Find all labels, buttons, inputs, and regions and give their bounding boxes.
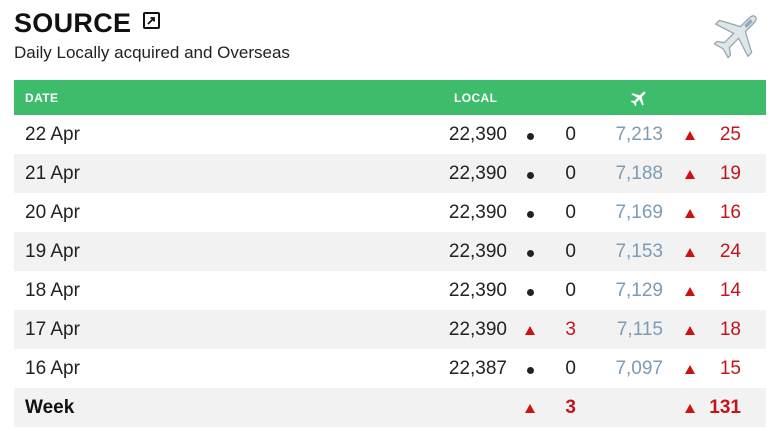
row-date: 17 Apr: [25, 319, 80, 340]
increase-arrow-icon: [684, 241, 696, 263]
airplane-icon: [713, 15, 757, 59]
row-overseas-total: 7,188: [615, 163, 663, 184]
increase-arrow-icon: [684, 397, 696, 419]
row-local-change: 3: [565, 319, 576, 340]
row-overseas-change: 15: [719, 358, 741, 379]
no-change-dot-icon: [524, 163, 536, 185]
increase-arrow-icon: [684, 319, 696, 341]
row-overseas-total: 7,097: [615, 358, 663, 379]
table-row: 19 Apr 22,390 0 7,153 24: [14, 232, 766, 271]
row-local-change: 0: [565, 163, 576, 184]
row-overseas-total: 7,213: [615, 124, 663, 145]
table-row: 18 Apr 22,390 0 7,129 14: [14, 271, 766, 310]
row-local-change: 0: [565, 124, 576, 145]
row-local-total: 22,390: [448, 202, 507, 223]
row-date: 19 Apr: [25, 241, 80, 262]
row-local-total: 22,390: [448, 319, 507, 340]
no-change-dot-icon: [524, 202, 536, 224]
expand-icon[interactable]: [143, 11, 161, 29]
row-date: 16 Apr: [25, 358, 80, 379]
increase-arrow-icon: [524, 397, 536, 419]
increase-arrow-icon: [684, 280, 696, 302]
title-row: SOURCE: [14, 6, 766, 40]
row-local-change: 0: [565, 202, 576, 223]
table-row: 17 Apr 22,390 3 7,115 18: [14, 310, 766, 349]
week-total-row: Week 3 131: [14, 388, 766, 427]
row-local-change: 0: [565, 280, 576, 301]
table-header: DATE LOCAL: [14, 80, 766, 115]
column-header-local: LOCAL: [454, 91, 498, 105]
no-change-dot-icon: [524, 280, 536, 302]
table-row: 16 Apr 22,387 0 7,097 15: [14, 349, 766, 388]
week-label: Week: [25, 397, 75, 418]
increase-arrow-icon: [684, 358, 696, 380]
table-row: 21 Apr 22,390 0 7,188 19: [14, 154, 766, 193]
row-overseas-change: 18: [719, 319, 741, 340]
row-local-change: 0: [565, 358, 576, 379]
week-local-change: 3: [565, 397, 576, 418]
table-body: 22 Apr 22,390 0 7,213 25 21 Apr 22,390 0 7,188 19…: [14, 115, 766, 388]
row-overseas-total: 7,129: [615, 280, 663, 301]
row-overseas-change: 16: [719, 202, 741, 223]
row-overseas-total: 7,153: [615, 241, 663, 262]
table-row: 22 Apr 22,390 0 7,213 25: [14, 115, 766, 154]
no-change-dot-icon: [524, 241, 536, 263]
increase-arrow-icon: [684, 202, 696, 224]
increase-arrow-icon: [684, 124, 696, 146]
increase-arrow-icon: [524, 319, 536, 341]
row-local-total: 22,390: [448, 124, 507, 145]
widget-header: SOURCE Daily Locally acquired and Overse…: [14, 6, 766, 76]
source-table: DATE LOCAL 22 Apr 22,390 0 7,213 25 21 Apr 22,…: [14, 80, 766, 427]
no-change-dot-icon: [524, 358, 536, 380]
row-overseas-change: 14: [719, 280, 741, 301]
row-local-total: 22,390: [448, 163, 507, 184]
row-overseas-total: 7,169: [615, 202, 663, 223]
row-date: 22 Apr: [25, 124, 80, 145]
table-row: 20 Apr 22,390 0 7,169 16: [14, 193, 766, 232]
row-local-total: 22,390: [448, 241, 507, 262]
no-change-dot-icon: [524, 124, 536, 146]
page-title: SOURCE: [14, 8, 132, 38]
row-date: 18 Apr: [25, 280, 80, 301]
increase-arrow-icon: [684, 163, 696, 185]
row-local-total: 22,387: [448, 358, 507, 379]
row-overseas-change: 25: [719, 124, 741, 145]
week-overseas-change: 131: [709, 397, 741, 418]
column-header-date: DATE: [25, 91, 59, 105]
row-local-change: 0: [565, 241, 576, 262]
subtitle: Daily Locally acquired and Overseas: [14, 43, 290, 62]
row-date: 21 Apr: [25, 163, 80, 184]
row-overseas-change: 19: [719, 163, 741, 184]
row-date: 20 Apr: [25, 202, 80, 223]
airplane-icon: [630, 91, 646, 107]
row-overseas-total: 7,115: [616, 319, 663, 340]
row-local-total: 22,390: [448, 280, 507, 301]
row-overseas-change: 24: [719, 241, 741, 262]
